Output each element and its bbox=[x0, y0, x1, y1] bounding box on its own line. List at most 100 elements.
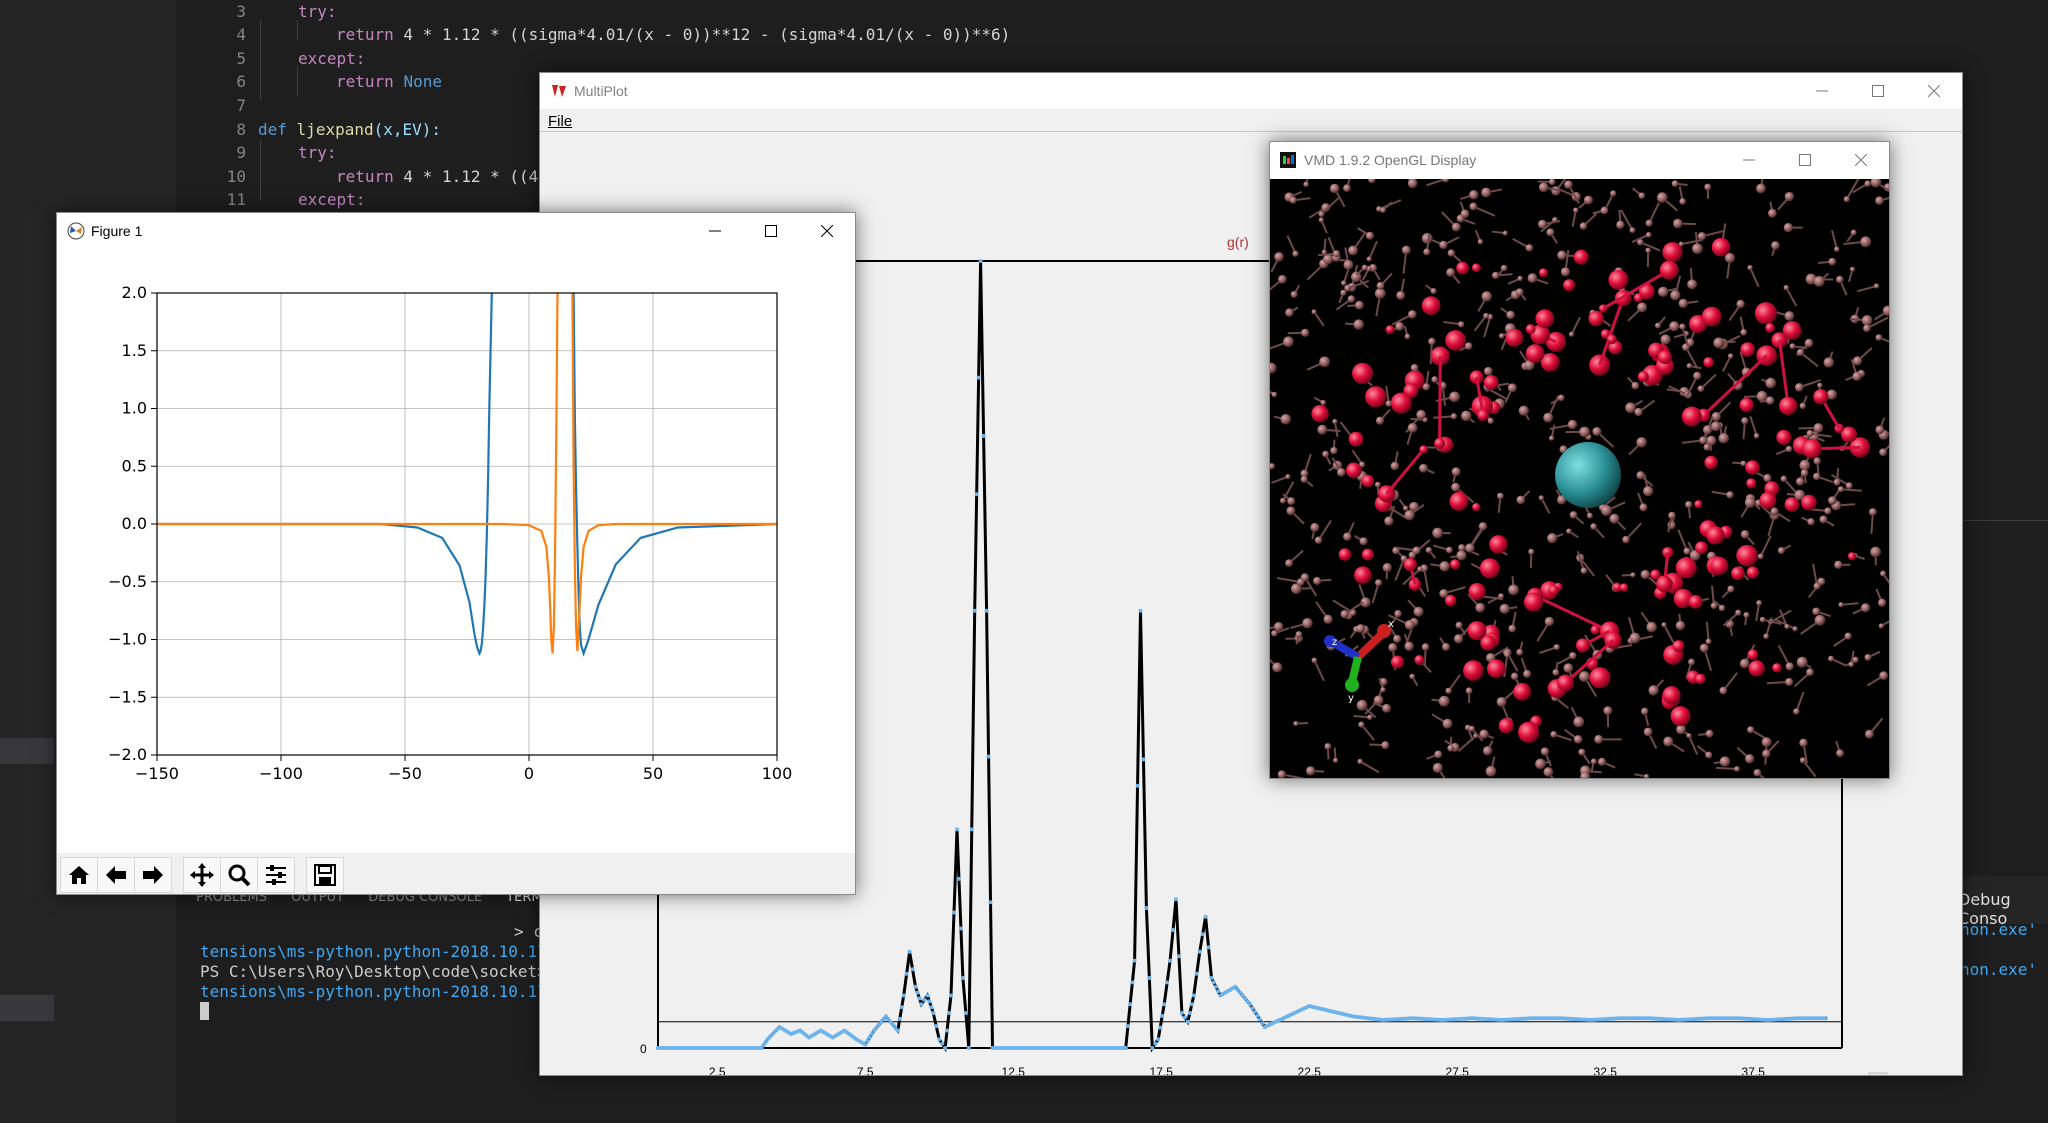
atom bbox=[1694, 500, 1703, 509]
atom bbox=[1464, 342, 1473, 350]
atom bbox=[1834, 246, 1840, 252]
maximize-button[interactable] bbox=[1777, 142, 1833, 178]
code-line-5[interactable]: except: bbox=[298, 49, 365, 68]
code-line-6[interactable]: return None bbox=[336, 72, 442, 91]
atom bbox=[1681, 406, 1702, 427]
close-button[interactable] bbox=[799, 213, 855, 249]
lj-chart[interactable]: −150 −100 −50 0 50 100 2.0 1.5 1.0 0.5 0.0 −0.5 −1.0… bbox=[57, 249, 855, 853]
zoom-button[interactable] bbox=[220, 857, 258, 893]
atom bbox=[1351, 362, 1374, 384]
zoom-icon bbox=[228, 864, 251, 887]
atom bbox=[1686, 363, 1693, 369]
minimize-button[interactable] bbox=[687, 213, 743, 249]
atom bbox=[1670, 706, 1691, 727]
atom bbox=[1318, 211, 1325, 218]
minimize-button[interactable] bbox=[1721, 142, 1777, 178]
close-button[interactable] bbox=[1833, 142, 1889, 178]
atom bbox=[1504, 651, 1511, 658]
atom bbox=[1380, 207, 1386, 213]
atom bbox=[1382, 563, 1392, 573]
atom bbox=[1428, 337, 1436, 346]
atom bbox=[1376, 281, 1385, 290]
atom bbox=[1777, 547, 1785, 555]
atom bbox=[1361, 548, 1374, 561]
atom bbox=[1461, 410, 1472, 422]
vmd-window[interactable]: VMD 1.9.2 OpenGL Display x y z bbox=[1269, 141, 1890, 779]
code-line-8[interactable]: def ljexpand(x,EV): bbox=[258, 120, 441, 139]
atom bbox=[1817, 382, 1823, 388]
atom bbox=[1414, 655, 1425, 665]
atom bbox=[1505, 328, 1524, 347]
atom bbox=[1814, 614, 1826, 626]
vmd-titlebar[interactable]: VMD 1.9.2 OpenGL Display bbox=[1270, 142, 1889, 178]
atom bbox=[1731, 566, 1745, 581]
atom bbox=[1704, 183, 1712, 191]
vmd-app-icon bbox=[1280, 152, 1296, 171]
atom bbox=[1795, 477, 1805, 486]
home-button[interactable] bbox=[60, 857, 98, 893]
forward-button[interactable] bbox=[134, 857, 172, 893]
atom bbox=[1548, 435, 1555, 441]
atom bbox=[1710, 602, 1718, 610]
atom bbox=[1423, 248, 1431, 256]
terminal-link[interactable]: hon.exe' bbox=[1960, 920, 2037, 939]
atom bbox=[1746, 566, 1759, 579]
atom bbox=[1843, 196, 1850, 203]
menu-file[interactable]: File bbox=[548, 113, 572, 130]
minimize-button[interactable] bbox=[1794, 73, 1850, 109]
code-line-3[interactable]: try: bbox=[298, 2, 337, 21]
data-point bbox=[952, 910, 956, 915]
figure1-window[interactable]: Figure 1 −150 −100 −50 0 50 100 2.0 1.5 1.0 0.5 0.… bbox=[56, 212, 856, 895]
atom bbox=[1374, 481, 1381, 488]
figure1-titlebar[interactable]: Figure 1 bbox=[57, 213, 855, 249]
maximize-button[interactable] bbox=[743, 213, 799, 249]
data-point bbox=[901, 993, 906, 998]
atom bbox=[1280, 414, 1292, 425]
atom bbox=[1706, 435, 1717, 446]
configure-button[interactable] bbox=[257, 857, 295, 893]
keyword: except: bbox=[298, 190, 366, 209]
atom bbox=[1836, 749, 1844, 758]
atom bbox=[1455, 621, 1463, 629]
atom bbox=[1506, 310, 1515, 320]
atom bbox=[1804, 338, 1814, 348]
tick-group: −150 −100 −50 0 50 100 2.0 1.5 1.0 0.5 0.0 −0.5 −1.0… bbox=[108, 283, 792, 783]
code-line-9[interactable]: try: bbox=[298, 143, 337, 162]
atom bbox=[1353, 319, 1364, 330]
data-point bbox=[1182, 1015, 1187, 1020]
atom bbox=[1500, 264, 1508, 272]
atom bbox=[1579, 671, 1590, 682]
atom bbox=[1538, 268, 1548, 278]
atom bbox=[1793, 708, 1800, 715]
atom bbox=[1796, 656, 1808, 668]
atom bbox=[1458, 544, 1466, 552]
atom bbox=[1479, 558, 1500, 579]
data-point bbox=[863, 1042, 868, 1047]
pan-button[interactable] bbox=[183, 857, 221, 893]
atom bbox=[1356, 624, 1365, 633]
maximize-button[interactable] bbox=[1850, 73, 1906, 109]
data-point bbox=[984, 608, 989, 613]
terminal-link[interactable]: hon.exe' bbox=[1960, 960, 2037, 979]
atom bbox=[1442, 642, 1451, 651]
atom bbox=[1718, 604, 1726, 612]
data-point bbox=[934, 1024, 939, 1029]
data-point bbox=[1187, 1011, 1192, 1015]
atom bbox=[1270, 362, 1277, 374]
code-line-4[interactable]: return 4 * 1.12 * ((sigma*4.01/(x - 0))*… bbox=[336, 25, 1010, 44]
bond bbox=[1778, 340, 1790, 407]
code-line-10[interactable]: return 4 * 1.12 * ((4 bbox=[336, 167, 538, 186]
data-point bbox=[1194, 971, 1199, 976]
tab-debug-console-right[interactable]: Debug Conso bbox=[1958, 876, 2048, 928]
atom bbox=[1740, 530, 1750, 539]
scroll-down-button[interactable] bbox=[1868, 1072, 1888, 1075]
molecule-viewport[interactable]: x y z bbox=[1270, 179, 1889, 778]
close-button[interactable] bbox=[1906, 73, 1962, 109]
back-button[interactable] bbox=[97, 857, 135, 893]
atom bbox=[1783, 285, 1789, 291]
right-panel-divider bbox=[1960, 520, 2048, 921]
save-button[interactable] bbox=[306, 857, 344, 893]
multiplot-titlebar[interactable]: MultiPlot bbox=[540, 73, 1962, 109]
x-tick-label: 37.5 bbox=[1742, 1065, 1766, 1075]
code-line-11[interactable]: except: bbox=[298, 190, 365, 209]
